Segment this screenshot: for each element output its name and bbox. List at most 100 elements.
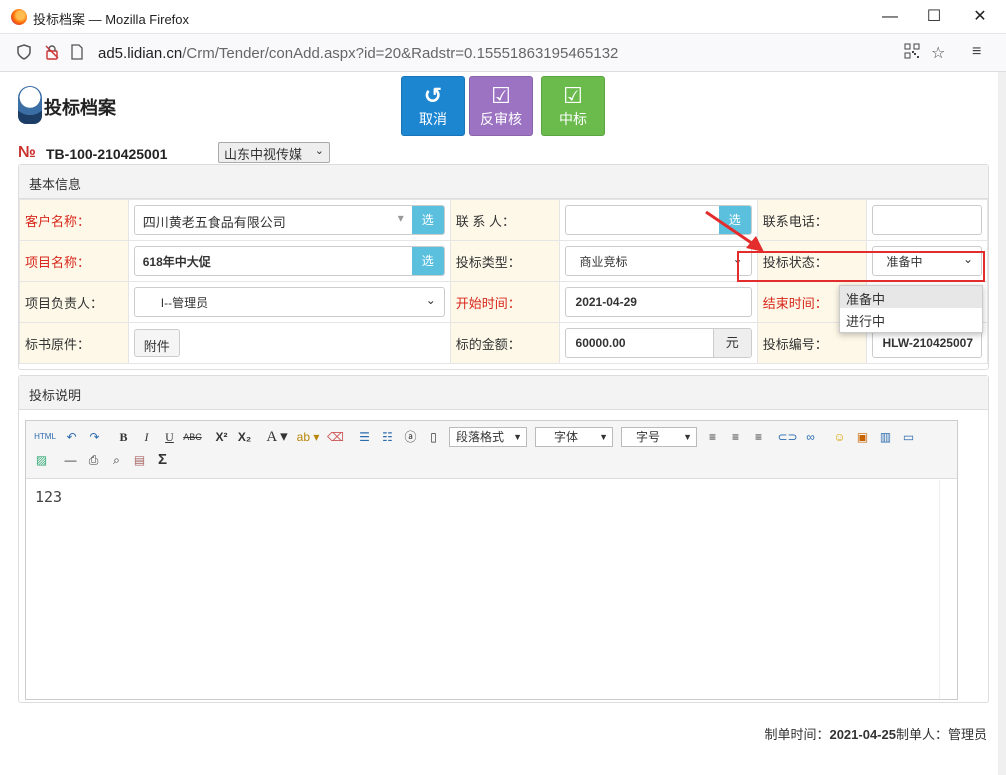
bold-icon[interactable]: B [112,427,135,447]
font-family-select[interactable]: 字体 ▼ [535,427,613,447]
font-color-icon[interactable]: A ▾ [262,427,292,447]
font-size-select[interactable]: 字号 ▼ [621,427,697,447]
owner-select[interactable]: I--管理员 ⌄ [133,287,445,317]
project-field[interactable]: 618年中大促 选 [133,246,445,276]
window-titlebar: 投标档案 — Mozilla Firefox — ☐ ✕ [0,0,1006,34]
font-size-label: 字号 [636,430,661,444]
formula-icon[interactable]: Σ [151,450,174,470]
table-row: 客户名称： 四川黄老五食品有限公司 ▾ 选 联 系 人： 选 联系电话： [19,199,989,241]
subscript-icon[interactable]: X₂ [233,427,256,447]
amount-field[interactable]: 60000.00 元 [564,328,752,358]
owner-value: I--管理员 [160,296,209,310]
align-right-icon[interactable]: ≡ [747,427,770,447]
editor-toolbar: HTML ↶ ↷ B I U ABC X² X₂ A ▾ ab ▾ ⌫ ☰ ☷ … [26,421,957,479]
app-logo-icon [18,86,42,124]
unordered-list-icon[interactable]: ☷ [376,427,399,447]
phone-field[interactable] [871,205,982,235]
editor-content[interactable]: 123 [26,479,957,515]
caret-down-icon: ▼ [513,432,522,442]
permission-blocked-icon[interactable] [44,44,60,64]
shield-icon[interactable] [16,44,32,64]
undo-icon[interactable]: ↶ [60,427,83,447]
horizontal-rule-icon[interactable]: — [59,450,82,470]
page-icon [70,44,84,64]
maximize-button[interactable]: ☐ [919,4,949,30]
reaudit-button[interactable]: ☑ 反审核 [469,76,533,136]
select-all-icon[interactable]: ⓐ [399,427,422,447]
amount-unit: 元 [712,329,751,357]
unlink-icon[interactable]: ∞ [799,427,822,447]
new-page-icon[interactable]: ▯ [422,427,445,447]
minimize-button[interactable]: — [875,4,905,30]
paragraph-format-select[interactable]: 段落格式 ▼ [449,427,527,447]
win-bid-button[interactable]: ☑ 中标 [541,76,605,136]
highlight-color-icon[interactable]: ab ▾ [292,427,324,447]
bid-number-value: HLW-210425007 [882,336,973,350]
checkbox-icon: ☑ [563,83,583,108]
menu-icon[interactable]: ≡ [972,43,981,61]
emoticon-icon[interactable]: ☺ [828,427,851,447]
superscript-icon[interactable]: X² [210,427,233,447]
bid-type-label: 投标类型： [449,240,560,282]
url-path: /Crm/Tender/conAdd.aspx?id=20&Radstr=0.1… [182,45,619,62]
align-left-icon[interactable]: ≡ [701,427,724,447]
start-time-label: 开始时间： [449,281,560,323]
redo-icon[interactable]: ↷ [83,427,106,447]
url-domain: ad5.lidian.cn [98,45,183,62]
editor-scrollbar[interactable] [939,480,957,699]
bid-status-select[interactable]: 准备中 ⌄ [871,246,982,276]
insert-image-icon[interactable]: ▨ [30,450,53,470]
project-value: 618年中大促 [142,255,211,269]
dropdown-option[interactable]: 进行中 [840,308,982,330]
underline-icon[interactable]: U [158,427,181,447]
win-bid-label: 中标 [559,111,587,127]
italic-icon[interactable]: I [135,427,158,447]
customer-pick-button[interactable]: 选 [411,206,444,234]
basic-info-title: 基本信息 [19,165,988,199]
company-value: 山东中视传媒 [224,147,303,162]
dropdown-option[interactable]: 准备中 [840,286,982,308]
close-window-button[interactable]: ✕ [965,4,995,30]
attachment-button[interactable]: 附件 [133,329,180,357]
ordered-list-icon[interactable]: ☰ [353,427,376,447]
video-icon[interactable]: ▥ [874,427,897,447]
start-time-field[interactable]: 2021-04-29 [564,287,752,317]
bid-status-dropdown: 准备中 进行中 [839,285,983,333]
bid-status-value: 准备中 [886,255,923,269]
basic-info-table: 客户名称： 四川黄老五食品有限公司 ▾ 选 联 系 人： 选 联系电话： 项目名… [19,199,989,364]
caret-down-icon: ▼ [599,432,608,442]
chevron-down-icon: ⌄ [425,293,436,307]
link-icon[interactable]: ⊂⊃ [776,427,799,447]
preview-icon[interactable]: ▭ [897,427,920,447]
project-pick-button[interactable]: 选 [411,247,444,275]
cancel-button[interactable]: ↺ 取消 [401,76,465,136]
bid-status-label: 投标状态： [756,240,867,282]
chevron-down-icon: ⌄ [732,252,743,266]
footer-info: 制单时间：2021-04-25制单人：管理员 [764,724,987,743]
creator-label: 制单人： [895,727,948,742]
print-icon[interactable]: ⎙ [82,450,105,470]
created-time-value: 2021-04-25 [829,727,896,742]
amount-value: 60000.00 [575,336,626,350]
align-center-icon[interactable]: ≡ [724,427,747,447]
url-field[interactable]: ad5.lidian.cn/Crm/Tender/conAdd.aspx?id=… [98,45,618,62]
company-select[interactable]: 山东中视传媒 ⌄ [218,142,330,163]
reaudit-label: 反审核 [480,111,522,127]
qr-code-icon[interactable] [904,43,920,64]
description-panel: 投标说明 HTML ↶ ↷ B I U ABC X² X₂ A ▾ ab ▾ ⌫… [18,375,989,703]
html-source-button[interactable]: HTML [30,427,60,447]
search-replace-icon[interactable]: ⌕ [105,450,128,470]
paste-icon[interactable]: ▤ [128,450,151,470]
image-icon[interactable]: ▣ [851,427,874,447]
cancel-label: 取消 [419,111,447,127]
page-scrollbar[interactable] [998,72,1006,775]
font-family-label: 字体 [554,430,579,444]
bookmark-star-icon[interactable]: ☆ [931,43,945,63]
checkbox-icon: ☑ [491,83,511,108]
basic-info-panel: 基本信息 客户名称： 四川黄老五食品有限公司 ▾ 选 联 系 人： 选 联系电话… [18,164,989,370]
eraser-icon[interactable]: ⌫ [324,427,347,447]
chevron-down-icon: ⌄ [962,252,973,266]
customer-select[interactable]: 四川黄老五食品有限公司 ▾ 选 [133,205,445,235]
strikethrough-icon[interactable]: ABC [181,427,204,447]
paragraph-format-label: 段落格式 [456,430,505,444]
